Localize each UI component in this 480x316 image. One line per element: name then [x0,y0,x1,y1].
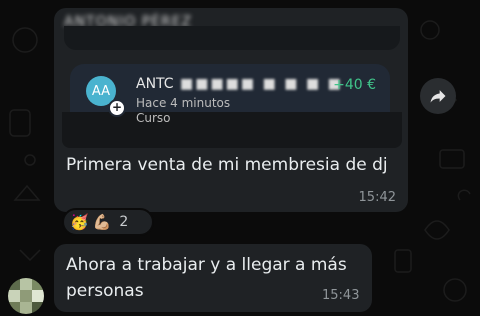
pixelated-avatar [8,278,44,314]
sale-amount: +40 € [333,77,376,93]
message-timestamp-second: 15:43 [322,288,360,303]
party-face-emoji: 🥳 [70,213,89,231]
flexed-biceps-emoji: 💪🏼 [92,213,112,231]
message-text: Primera venta de mi membresia de dj [66,155,388,175]
plus-icon: + [108,99,126,117]
forward-arrow-icon [430,90,446,103]
sale-type: Curso [136,111,171,125]
message-text-second: Ahora a trabajar y a llegar a más person… [66,255,347,301]
message-timestamp: 15:42 [358,190,396,205]
customer-name-redacted: ■■■■■ ■ ■ ■ ■ [180,76,343,92]
reactions-pill[interactable]: 🥳 💪🏼 2 [62,208,154,236]
customer-name: ANTC [136,76,174,92]
sale-time-ago: Hace 4 minutos [136,96,231,110]
reaction-count: 2 [119,214,129,230]
sender-avatar[interactable] [8,278,44,314]
forward-button[interactable] [420,78,456,114]
upper-preview-card [64,26,400,50]
sale-card-content: AA + ANTC ■■■■■ ■ ■ ■ ■ Hace 4 minutos C… [70,64,390,148]
